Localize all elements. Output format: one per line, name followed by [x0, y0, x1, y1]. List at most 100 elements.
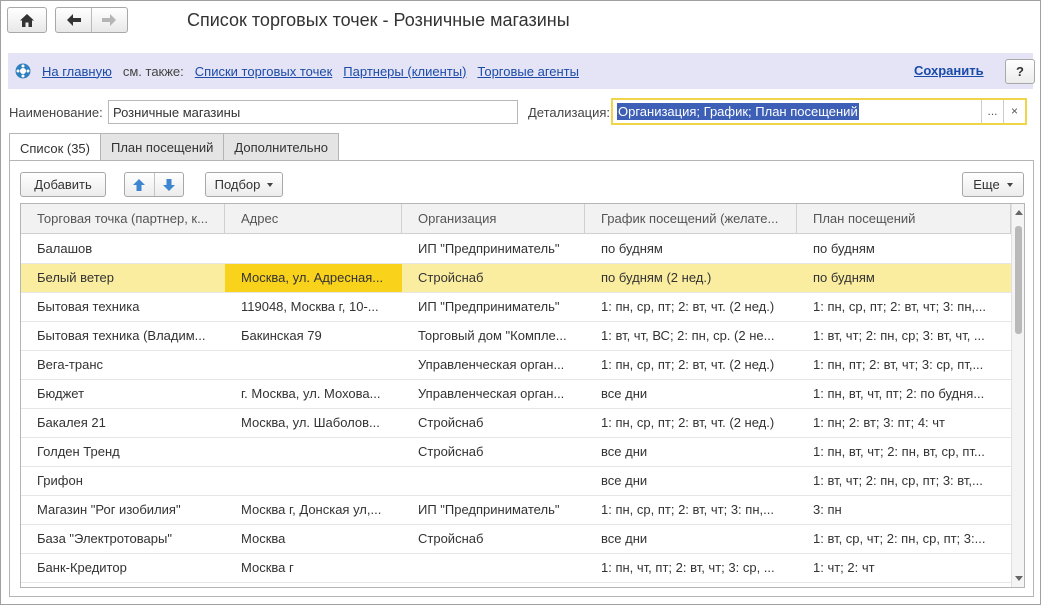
cell-outlet[interactable]: Балашов [21, 235, 225, 263]
tab-list[interactable]: Список (35) [9, 133, 101, 162]
cell-organization[interactable]: ИП "Предприниматель" [402, 496, 585, 524]
cell-organization[interactable]: Стройснаб [402, 525, 585, 553]
cell-schedule[interactable]: 1: пн, ср, пт; 2: вт, чт; 3: пн,... [585, 496, 797, 524]
vertical-scrollbar[interactable] [1011, 204, 1024, 587]
cell-outlet[interactable]: Голден Тренд [21, 438, 225, 466]
column-header-outlet[interactable]: Торговая точка (партнер, к... [21, 204, 225, 234]
column-header-organization[interactable]: Организация [402, 204, 585, 234]
cell-organization[interactable]: ИП "Предприниматель" [402, 293, 585, 321]
cell-schedule[interactable]: все дни [585, 525, 797, 553]
home-link[interactable]: На главную [42, 64, 112, 79]
more-button[interactable]: Еще [962, 172, 1024, 197]
cell-visit-plan[interactable]: по будням [797, 235, 1011, 263]
cell-organization[interactable] [402, 554, 585, 582]
cell-schedule[interactable]: 1: вт, чт, ВС; 2: пн, ср. (2 не... [585, 322, 797, 350]
cell-address[interactable]: Москва г [225, 554, 402, 582]
partners-link[interactable]: Партнеры (клиенты) [343, 64, 466, 79]
cell-visit-plan[interactable]: 1: пн; 2: вт; 3: пт; 4: чт [797, 409, 1011, 437]
name-field[interactable]: Розничные магазины [108, 100, 518, 124]
cell-schedule[interactable]: по будням [585, 235, 797, 263]
cell-schedule[interactable]: 1: пн, ср, пт; 2: вт, чт. (2 нед.) [585, 293, 797, 321]
cell-outlet[interactable]: Бакалея 21 [21, 409, 225, 437]
sales-agents-link[interactable]: Торговые агенты [477, 64, 579, 79]
column-header-visit-plan[interactable]: План посещений [797, 204, 1011, 234]
cell-schedule[interactable]: 1: пн, чт, пт; 2: вт, чт; 3: ср, ... [585, 554, 797, 582]
back-button[interactable] [56, 8, 91, 32]
cell-address[interactable]: Москва г, Донская ул,... [225, 496, 402, 524]
pick-button[interactable]: Подбор [205, 172, 283, 197]
cell-outlet[interactable]: Вега-транс [21, 351, 225, 379]
cell-visit-plan[interactable]: 1: чт; 2: чт [797, 554, 1011, 582]
table-row[interactable]: Голден Тренд Стройснаб все дни 1: пн, вт, ч… [21, 438, 1011, 467]
cell-address[interactable] [225, 467, 402, 495]
cell-visit-plan[interactable]: 1: вт, ср, чт; 2: пн, ср, пт; 3:... [797, 525, 1011, 553]
cell-address[interactable]: Бакинская 79 [225, 322, 402, 350]
move-up-button[interactable] [125, 173, 154, 196]
cell-address[interactable] [225, 235, 402, 263]
table-row[interactable]: База "Электротовары" Москва Стройснаб все д… [21, 525, 1011, 554]
add-button[interactable]: Добавить [20, 172, 106, 197]
cell-visit-plan[interactable]: 1: пн, пт; 2: вт, чт; 3: ср, пт,... [797, 351, 1011, 379]
cell-address[interactable]: г. Москва, ул. Мохова... [225, 380, 402, 408]
cell-schedule[interactable]: 1: пн, ср, пт; 2: вт, чт. (2 нед.) [585, 351, 797, 379]
cell-address[interactable] [225, 351, 402, 379]
cell-schedule[interactable]: все дни [585, 467, 797, 495]
cell-organization[interactable]: Управленческая орган... [402, 351, 585, 379]
table-row[interactable]: Магазин "Рог изобилия" Москва г, Донская … [21, 496, 1011, 525]
cell-organization[interactable]: Стройснаб [402, 264, 585, 292]
cell-organization[interactable]: Управленческая орган... [402, 380, 585, 408]
cell-visit-plan[interactable]: 1: вт, чт; 2: пн, ср, пт; 3: вт,... [797, 467, 1011, 495]
cell-outlet[interactable]: Бюджет [21, 380, 225, 408]
cell-visit-plan[interactable]: 1: пн, ср, пт; 2: вт, чт; 3: пн,... [797, 293, 1011, 321]
outlet-lists-link[interactable]: Списки торговых точек [195, 64, 333, 79]
cell-address[interactable]: Москва [225, 525, 402, 553]
detail-field[interactable]: Организация; График; План посещений ... … [611, 98, 1027, 125]
cell-organization[interactable]: ИП "Предприниматель" [402, 235, 585, 263]
cell-schedule[interactable]: все дни [585, 380, 797, 408]
save-link[interactable]: Сохранить [914, 63, 984, 78]
home-button[interactable] [7, 7, 47, 33]
scroll-thumb[interactable] [1015, 226, 1022, 334]
forward-button[interactable] [92, 8, 127, 32]
table-row[interactable]: Белый ветер Москва, ул. Адресная... Стройс… [21, 264, 1011, 293]
cell-address[interactable]: 119048, Москва г, 10-... [225, 293, 402, 321]
cell-address[interactable]: Москва, ул. Адресная... [225, 264, 402, 292]
table-row[interactable]: Грифон все дни 1: вт, чт; 2: пн, ср, пт; 3… [21, 467, 1011, 496]
cell-schedule[interactable]: по будням (2 нед.) [585, 264, 797, 292]
scroll-down-icon[interactable] [1015, 576, 1023, 581]
cell-outlet[interactable]: База "Электротовары" [21, 525, 225, 553]
table-row[interactable]: Бюджет г. Москва, ул. Мохова... Управленче… [21, 380, 1011, 409]
cell-outlet[interactable]: Магазин "Рог изобилия" [21, 496, 225, 524]
cell-outlet[interactable]: Белый ветер [21, 264, 225, 292]
cell-outlet[interactable]: Бытовая техника [21, 293, 225, 321]
cell-schedule[interactable]: 1: пн, ср, пт; 2: вт, чт. (2 нед.) [585, 409, 797, 437]
cell-outlet[interactable]: Бытовая техника (Владим... [21, 322, 225, 350]
table-row[interactable]: Бытовая техника 119048, Москва г, 10-... И… [21, 293, 1011, 322]
table-row[interactable]: Вега-транс Управленческая орган... 1: пн, … [21, 351, 1011, 380]
cell-visit-plan[interactable]: 1: пн, вт, чт; 2: пн, вт, ср, пт... [797, 438, 1011, 466]
help-button[interactable]: ? [1005, 59, 1035, 84]
cell-organization[interactable] [402, 467, 585, 495]
cell-visit-plan[interactable]: по будням [797, 264, 1011, 292]
table-row[interactable]: Балашов ИП "Предприниматель" по будням по б… [21, 235, 1011, 264]
column-header-address[interactable]: Адрес [225, 204, 402, 234]
cell-visit-plan[interactable]: 1: вт, чт; 2: пн, ср; 3: вт, чт, ... [797, 322, 1011, 350]
cell-organization[interactable]: Торговый дом "Компле... [402, 322, 585, 350]
cell-organization[interactable]: Стройснаб [402, 409, 585, 437]
tab-visit-plan[interactable]: План посещений [99, 133, 225, 161]
cell-address[interactable] [225, 438, 402, 466]
move-down-button[interactable] [155, 173, 184, 196]
column-header-schedule[interactable]: График посещений (желате... [585, 204, 797, 234]
tab-additional[interactable]: Дополнительно [223, 133, 339, 161]
table-row[interactable]: Бакалея 21 Москва, ул. Шаболов... Стройсна… [21, 409, 1011, 438]
cell-visit-plan[interactable]: 1: пн, вт, чт, пт; 2: по будня... [797, 380, 1011, 408]
cell-outlet[interactable]: Банк-Кредитор [21, 554, 225, 582]
cell-schedule[interactable]: все дни [585, 438, 797, 466]
cell-organization[interactable]: Стройснаб [402, 438, 585, 466]
cell-outlet[interactable]: Грифон [21, 467, 225, 495]
cell-visit-plan[interactable]: 3: пн [797, 496, 1011, 524]
detail-select-button[interactable]: ... [981, 100, 1003, 123]
table-row[interactable]: Банк-Кредитор Москва г 1: пн, чт, пт; 2: в… [21, 554, 1011, 583]
detail-clear-button[interactable]: × [1003, 100, 1025, 123]
scroll-up-icon[interactable] [1015, 210, 1023, 215]
